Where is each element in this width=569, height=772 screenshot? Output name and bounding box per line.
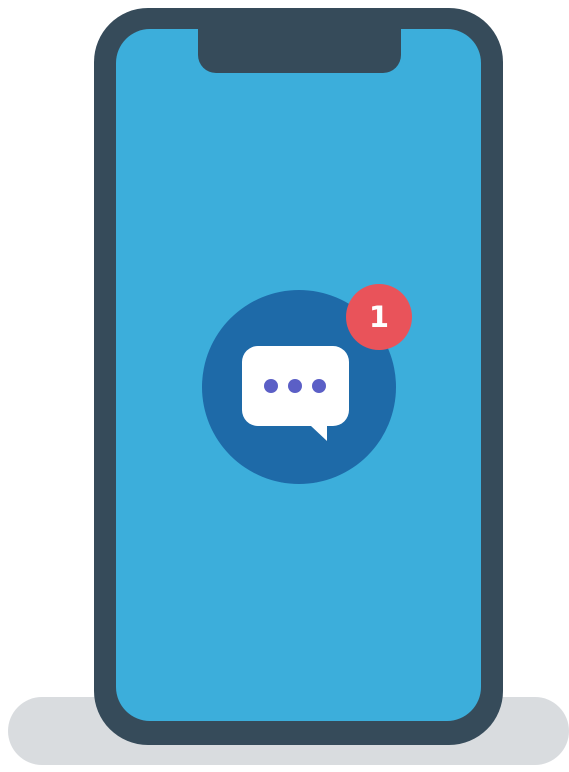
phone-screen (116, 29, 481, 721)
phone-notch (198, 20, 401, 73)
